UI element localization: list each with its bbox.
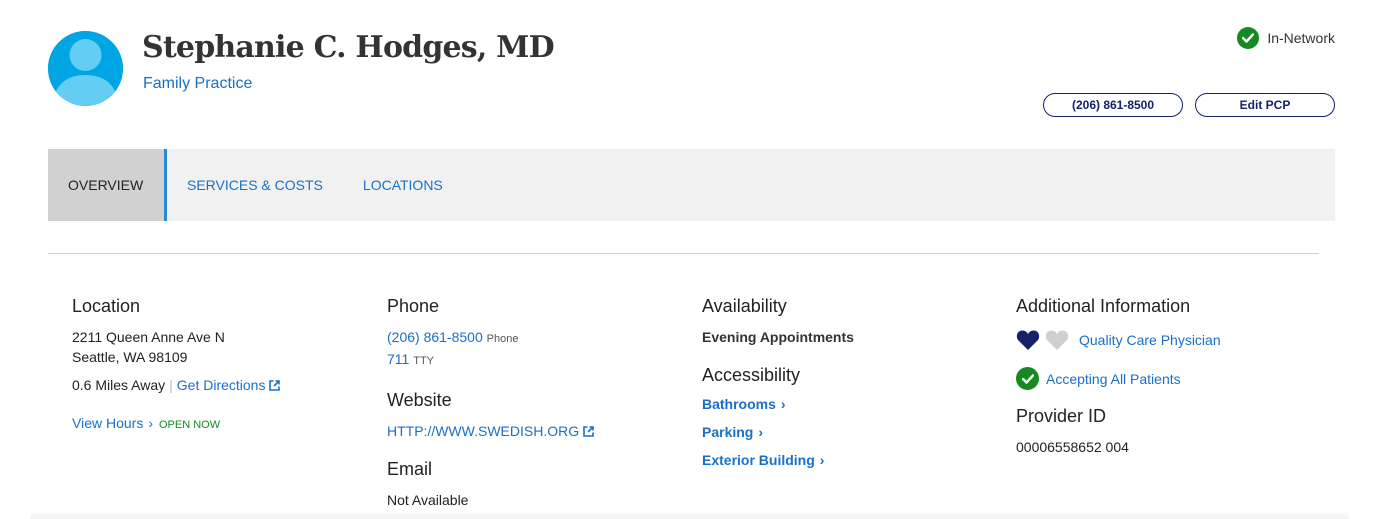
avatar — [48, 31, 123, 106]
address-line1: 2211 Queen Anne Ave N — [72, 329, 225, 345]
provider-id-value: 00006558652 004 — [1016, 439, 1129, 455]
bottom-edge — [30, 513, 1349, 519]
tty-type-label: TTY — [413, 355, 434, 367]
avatar-icon — [48, 31, 123, 106]
availability-value: Evening Appointments — [702, 329, 854, 345]
call-phone-button[interactable]: (206) 861-8500 — [1043, 93, 1183, 117]
website-heading: Website — [387, 390, 452, 410]
tab-locations[interactable]: LOCATIONS — [343, 149, 463, 221]
check-circle-icon — [1016, 367, 1039, 390]
accessibility-bathrooms-link[interactable]: Bathrooms › — [702, 396, 786, 412]
accessibility-parking-link[interactable]: Parking › — [702, 424, 763, 440]
accepting-patients-link[interactable]: Accepting All Patients — [1046, 369, 1181, 389]
distance-row: 0.6 Miles Away | Get Directions — [72, 375, 281, 395]
location-section: Location 2211 Queen Anne Ave N Seattle, … — [72, 296, 281, 435]
accessibility-item: Bathrooms › — [702, 394, 854, 414]
accessibility-item: Parking › — [702, 422, 854, 442]
check-circle-icon — [1237, 27, 1260, 49]
provider-id-heading: Provider ID — [1016, 406, 1107, 426]
provider-name: Stephanie C. Hodges, MD — [142, 30, 555, 65]
accessibility-exterior-label: Exterior Building — [702, 452, 815, 468]
chevron-right-icon: › — [758, 424, 764, 440]
quality-row: Quality Care Physician — [1016, 327, 1221, 353]
network-status-label: In-Network — [1267, 30, 1335, 46]
edit-pcp-button[interactable]: Edit PCP — [1195, 93, 1335, 117]
quality-care-link[interactable]: Quality Care Physician — [1079, 330, 1221, 350]
get-directions-label: Get Directions — [176, 377, 266, 393]
heart-icon — [1016, 330, 1040, 350]
email-heading: Email — [387, 459, 433, 479]
view-hours-label: View Hours — [72, 415, 144, 431]
address-line2: Seattle, WA 98109 — [72, 349, 188, 365]
accessibility-parking-label: Parking — [702, 424, 754, 440]
additional-info-heading: Additional Information — [1016, 296, 1191, 316]
additional-info-section: Additional Information Quality Care Phys… — [1016, 296, 1221, 457]
email-value: Not Available — [387, 492, 469, 508]
provider-specialty-link[interactable]: Family Practice — [143, 75, 252, 93]
tab-services-costs[interactable]: SERVICES & COSTS — [167, 149, 343, 221]
phone-row: (206) 861-8500 Phone — [387, 327, 594, 349]
accessibility-heading: Accessibility — [702, 365, 801, 385]
phone-heading: Phone — [387, 296, 440, 316]
website-row: HTTP://WWW.SWEDISH.ORG — [387, 421, 594, 441]
tab-overview[interactable]: OVERVIEW — [48, 149, 167, 221]
external-link-icon — [583, 426, 594, 437]
phone-type-label: Phone — [486, 333, 519, 345]
accessibility-bathrooms-label: Bathrooms — [702, 396, 776, 412]
website-url: HTTP://WWW.SWEDISH.ORG — [387, 423, 580, 439]
location-heading: Location — [72, 296, 141, 316]
distance-text: 0.6 Miles Away — [72, 377, 166, 393]
contact-section: Phone (206) 861-8500 Phone 711 TTY Websi… — [387, 296, 594, 510]
chevron-right-icon: › — [148, 415, 153, 431]
tty-row: 711 TTY — [387, 349, 594, 371]
open-status-badge: OPEN NOW — [159, 419, 221, 431]
tab-bar: OVERVIEW SERVICES & COSTS LOCATIONS — [48, 149, 1335, 221]
separator: | — [169, 377, 173, 393]
accepting-row: Accepting All Patients — [1016, 367, 1221, 390]
get-directions-link[interactable]: Get Directions — [177, 377, 281, 393]
view-hours-link[interactable]: View Hours › — [72, 415, 153, 431]
section-divider — [48, 253, 1319, 254]
external-link-icon — [269, 380, 281, 391]
website-link[interactable]: HTTP://WWW.SWEDISH.ORG — [387, 423, 594, 439]
hours-row: View Hours › OPEN NOW — [72, 413, 280, 435]
tty-number-link[interactable]: 711 — [387, 351, 409, 367]
chevron-right-icon: › — [780, 396, 786, 412]
accessibility-item: Exterior Building › — [702, 450, 854, 470]
accessibility-exterior-link[interactable]: Exterior Building › — [702, 452, 824, 468]
phone-number-link[interactable]: (206) 861-8500 — [387, 329, 483, 345]
availability-heading: Availability — [702, 296, 787, 316]
chevron-right-icon: › — [819, 452, 825, 468]
heart-icon — [1045, 330, 1069, 350]
network-status: In-Network — [1237, 27, 1335, 49]
availability-section: Availability Evening Appointments Access… — [702, 296, 854, 470]
